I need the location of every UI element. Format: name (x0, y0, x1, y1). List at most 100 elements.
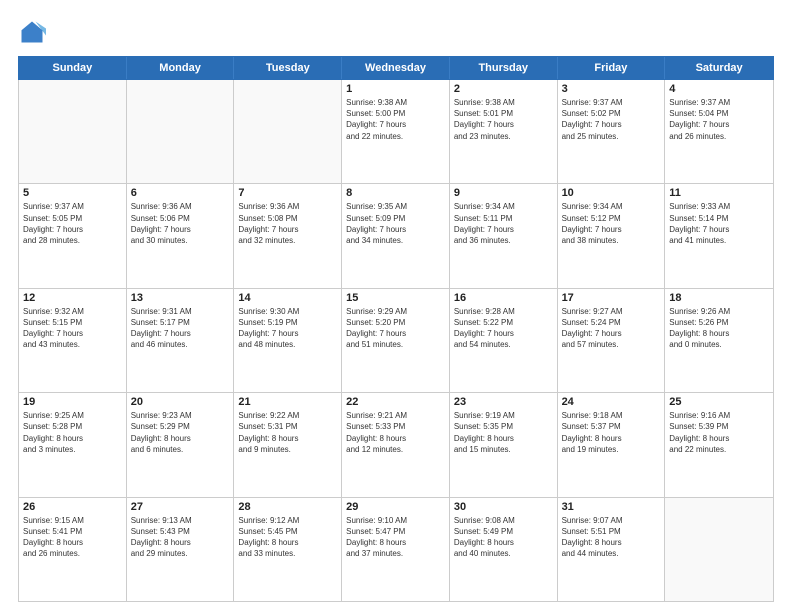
day-number: 14 (238, 292, 337, 304)
calendar-body: 1Sunrise: 9:38 AM Sunset: 5:00 PM Daylig… (18, 80, 774, 602)
day-number: 29 (346, 501, 445, 513)
day-number: 28 (238, 501, 337, 513)
weekday-header-tuesday: Tuesday (234, 57, 342, 79)
day-cell-26: 26Sunrise: 9:15 AM Sunset: 5:41 PM Dayli… (19, 498, 127, 601)
calendar: SundayMondayTuesdayWednesdayThursdayFrid… (18, 56, 774, 602)
day-cell-30: 30 Sunrise: 9:08 AM Sunset: 5:49 PM Dayli… (450, 498, 558, 601)
day-number: 15 (346, 292, 445, 304)
day-number: 9 (454, 187, 553, 199)
calendar-row-4: 19 Sunrise: 9:25 AM Sunset: 5:28 PM Dayli… (19, 393, 773, 497)
day-info: Sunrise: 9:34 AM Sunset: 5:11 PM Dayligh… (454, 201, 553, 246)
day-cell-31: 31 Sunrise: 9:07 AM Sunset: 5:51 PM Dayli… (558, 498, 666, 601)
day-info: Sunrise: 9:35 AM Sunset: 5:09 PM Dayligh… (346, 201, 445, 246)
day-cell-14: 14 Sunrise: 9:30 AM Sunset: 5:19 PM Dayli… (234, 289, 342, 392)
empty-cell-0-1 (127, 80, 235, 183)
day-info: Sunrise: 9:36 AM Sunset: 5:08 PM Dayligh… (238, 201, 337, 246)
weekday-header-saturday: Saturday (665, 57, 773, 79)
day-cell-6: 6 Sunrise: 9:36 AM Sunset: 5:06 PM Daylig… (127, 184, 235, 287)
day-info: Sunrise: 9:13 AM Sunset: 5:43 PM Dayligh… (131, 515, 230, 560)
day-number: 4 (669, 83, 769, 95)
day-info: Sunrise: 9:36 AM Sunset: 5:06 PM Dayligh… (131, 201, 230, 246)
day-cell-29: 29 Sunrise: 9:10 AM Sunset: 5:47 PM Dayli… (342, 498, 450, 601)
day-number: 17 (562, 292, 661, 304)
day-cell-4: 4Sunrise: 9:37 AM Sunset: 5:04 PM Daylig… (665, 80, 773, 183)
day-number: 25 (669, 396, 769, 408)
day-info: Sunrise: 9:37 AM Sunset: 5:05 PM Dayligh… (23, 201, 122, 246)
day-info: Sunrise: 9:12 AM Sunset: 5:45 PM Dayligh… (238, 515, 337, 560)
day-info: Sunrise: 9:38 AM Sunset: 5:00 PM Dayligh… (346, 97, 445, 142)
day-info: Sunrise: 9:10 AM Sunset: 5:47 PM Dayligh… (346, 515, 445, 560)
day-number: 13 (131, 292, 230, 304)
day-cell-13: 13 Sunrise: 9:31 AM Sunset: 5:17 PM Dayli… (127, 289, 235, 392)
day-cell-1: 1Sunrise: 9:38 AM Sunset: 5:00 PM Daylig… (342, 80, 450, 183)
day-number: 5 (23, 187, 122, 199)
day-info: Sunrise: 9:18 AM Sunset: 5:37 PM Dayligh… (562, 410, 661, 455)
logo-icon (18, 18, 46, 46)
day-number: 24 (562, 396, 661, 408)
day-cell-19: 19 Sunrise: 9:25 AM Sunset: 5:28 PM Dayli… (19, 393, 127, 496)
header (18, 18, 774, 46)
weekday-header-friday: Friday (558, 57, 666, 79)
day-number: 18 (669, 292, 769, 304)
empty-cell-4-6 (665, 498, 773, 601)
day-cell-28: 28 Sunrise: 9:12 AM Sunset: 5:45 PM Dayli… (234, 498, 342, 601)
day-cell-7: 7 Sunrise: 9:36 AM Sunset: 5:08 PM Daylig… (234, 184, 342, 287)
day-number: 19 (23, 396, 122, 408)
empty-cell-0-2 (234, 80, 342, 183)
day-number: 3 (562, 83, 661, 95)
day-number: 7 (238, 187, 337, 199)
calendar-header: SundayMondayTuesdayWednesdayThursdayFrid… (18, 56, 774, 80)
day-cell-3: 3Sunrise: 9:37 AM Sunset: 5:02 PM Daylig… (558, 80, 666, 183)
day-cell-16: 16Sunrise: 9:28 AM Sunset: 5:22 PM Dayli… (450, 289, 558, 392)
day-info: Sunrise: 9:23 AM Sunset: 5:29 PM Dayligh… (131, 410, 230, 455)
day-number: 31 (562, 501, 661, 513)
day-number: 8 (346, 187, 445, 199)
day-info: Sunrise: 9:34 AM Sunset: 5:12 PM Dayligh… (562, 201, 661, 246)
day-cell-5: 5 Sunrise: 9:37 AM Sunset: 5:05 PM Daylig… (19, 184, 127, 287)
day-info: Sunrise: 9:33 AM Sunset: 5:14 PM Dayligh… (669, 201, 769, 246)
day-number: 21 (238, 396, 337, 408)
page: SundayMondayTuesdayWednesdayThursdayFrid… (0, 0, 792, 612)
day-info: Sunrise: 9:29 AM Sunset: 5:20 PM Dayligh… (346, 306, 445, 351)
day-info: Sunrise: 9:25 AM Sunset: 5:28 PM Dayligh… (23, 410, 122, 455)
day-number: 6 (131, 187, 230, 199)
day-number: 20 (131, 396, 230, 408)
day-info: Sunrise: 9:30 AM Sunset: 5:19 PM Dayligh… (238, 306, 337, 351)
day-cell-9: 9 Sunrise: 9:34 AM Sunset: 5:11 PM Daylig… (450, 184, 558, 287)
logo (18, 18, 50, 46)
day-info: Sunrise: 9:27 AM Sunset: 5:24 PM Dayligh… (562, 306, 661, 351)
day-info: Sunrise: 9:22 AM Sunset: 5:31 PM Dayligh… (238, 410, 337, 455)
day-info: Sunrise: 9:19 AM Sunset: 5:35 PM Dayligh… (454, 410, 553, 455)
day-cell-27: 27 Sunrise: 9:13 AM Sunset: 5:43 PM Dayli… (127, 498, 235, 601)
day-number: 27 (131, 501, 230, 513)
day-cell-12: 12 Sunrise: 9:32 AM Sunset: 5:15 PM Dayli… (19, 289, 127, 392)
day-info: Sunrise: 9:21 AM Sunset: 5:33 PM Dayligh… (346, 410, 445, 455)
calendar-row-5: 26Sunrise: 9:15 AM Sunset: 5:41 PM Dayli… (19, 498, 773, 601)
day-info: Sunrise: 9:31 AM Sunset: 5:17 PM Dayligh… (131, 306, 230, 351)
day-info: Sunrise: 9:08 AM Sunset: 5:49 PM Dayligh… (454, 515, 553, 560)
day-cell-2: 2 Sunrise: 9:38 AM Sunset: 5:01 PM Daylig… (450, 80, 558, 183)
calendar-row-3: 12 Sunrise: 9:32 AM Sunset: 5:15 PM Dayli… (19, 289, 773, 393)
weekday-header-monday: Monday (127, 57, 235, 79)
day-cell-22: 22Sunrise: 9:21 AM Sunset: 5:33 PM Dayli… (342, 393, 450, 496)
day-number: 11 (669, 187, 769, 199)
day-number: 23 (454, 396, 553, 408)
day-number: 12 (23, 292, 122, 304)
day-info: Sunrise: 9:38 AM Sunset: 5:01 PM Dayligh… (454, 97, 553, 142)
day-info: Sunrise: 9:16 AM Sunset: 5:39 PM Dayligh… (669, 410, 769, 455)
day-cell-11: 11 Sunrise: 9:33 AM Sunset: 5:14 PM Dayli… (665, 184, 773, 287)
day-cell-8: 8 Sunrise: 9:35 AM Sunset: 5:09 PM Daylig… (342, 184, 450, 287)
day-cell-24: 24 Sunrise: 9:18 AM Sunset: 5:37 PM Dayli… (558, 393, 666, 496)
day-cell-21: 21 Sunrise: 9:22 AM Sunset: 5:31 PM Dayli… (234, 393, 342, 496)
day-cell-17: 17 Sunrise: 9:27 AM Sunset: 5:24 PM Dayli… (558, 289, 666, 392)
day-number: 30 (454, 501, 553, 513)
day-number: 2 (454, 83, 553, 95)
day-cell-15: 15 Sunrise: 9:29 AM Sunset: 5:20 PM Dayli… (342, 289, 450, 392)
calendar-row-2: 5 Sunrise: 9:37 AM Sunset: 5:05 PM Daylig… (19, 184, 773, 288)
day-cell-25: 25 Sunrise: 9:16 AM Sunset: 5:39 PM Dayli… (665, 393, 773, 496)
day-info: Sunrise: 9:32 AM Sunset: 5:15 PM Dayligh… (23, 306, 122, 351)
day-cell-23: 23 Sunrise: 9:19 AM Sunset: 5:35 PM Dayli… (450, 393, 558, 496)
weekday-header-wednesday: Wednesday (342, 57, 450, 79)
weekday-header-sunday: Sunday (19, 57, 127, 79)
day-info: Sunrise: 9:07 AM Sunset: 5:51 PM Dayligh… (562, 515, 661, 560)
